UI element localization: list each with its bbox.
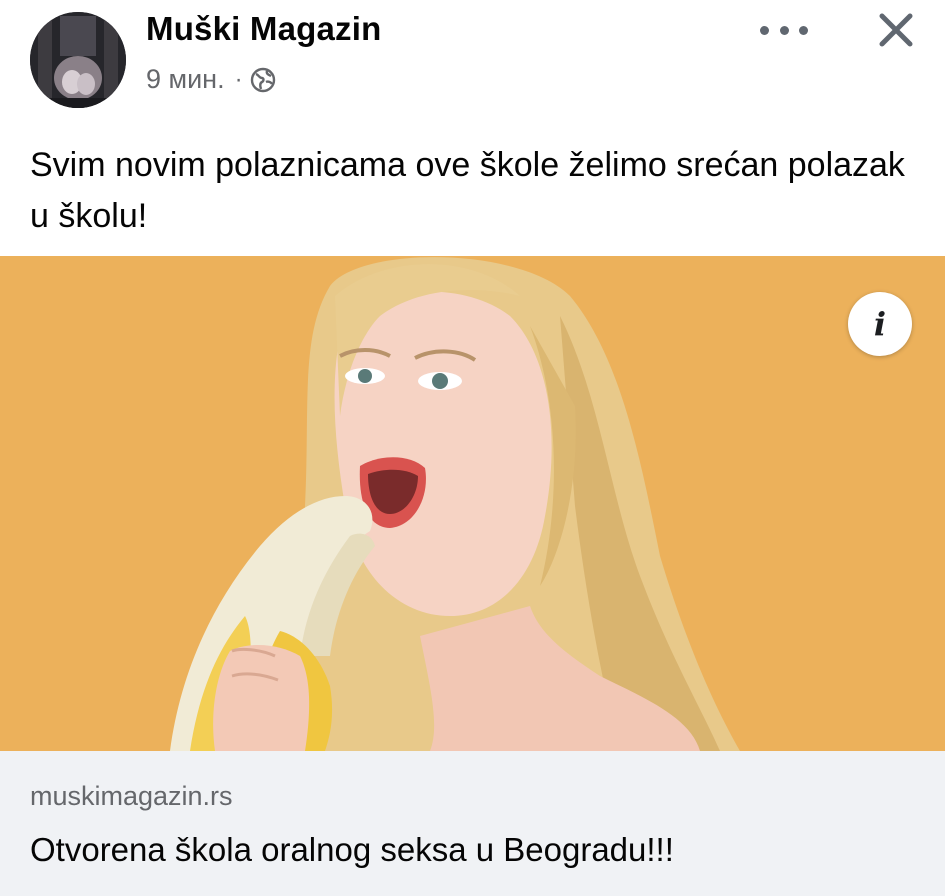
post-time[interactable]: 9 мин.: [146, 64, 225, 95]
info-icon[interactable]: i: [848, 292, 912, 356]
link-title[interactable]: Otvorena škola oralnog seksa u Beogradu!…: [30, 831, 674, 869]
meta-separator: ·: [234, 65, 243, 93]
link-preview[interactable]: muskimagazin.rs Otvorena škola oralnog s…: [0, 751, 945, 896]
globe-icon: [250, 67, 276, 93]
post-meta: 9 мин. ·: [146, 64, 276, 95]
post-header: Muški Magazin 9 мин. ·: [0, 0, 945, 120]
link-domain: muskimagazin.rs: [30, 781, 233, 811]
more-options-icon[interactable]: [760, 16, 808, 44]
page-name[interactable]: Muški Magazin: [146, 10, 381, 48]
page-avatar[interactable]: [30, 12, 126, 108]
post-image[interactable]: [0, 256, 945, 751]
close-icon[interactable]: [872, 6, 920, 54]
post-text: Svim novim polaznicama ove škole želimo …: [30, 146, 905, 235]
